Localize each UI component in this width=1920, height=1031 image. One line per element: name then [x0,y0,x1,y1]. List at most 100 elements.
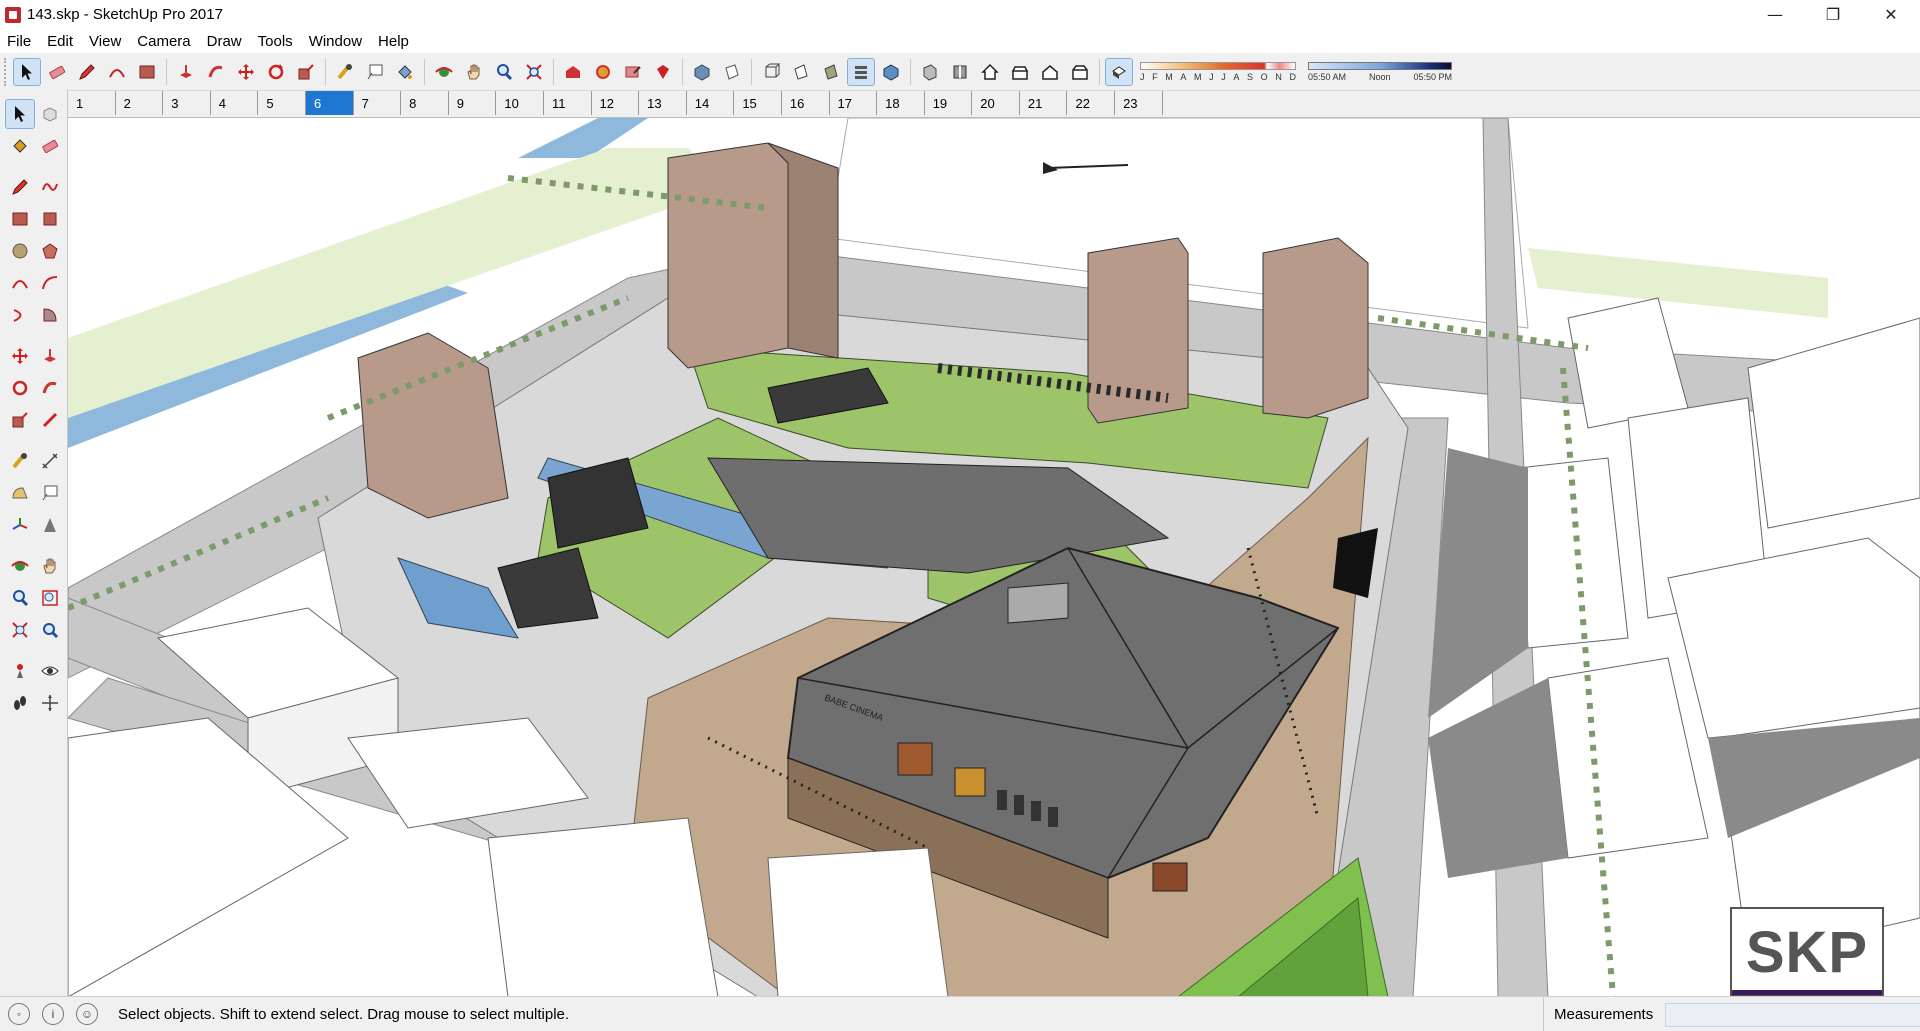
shadow-time-track[interactable] [1308,61,1452,70]
shaded-textures-button[interactable] [847,57,875,86]
menu-draw[interactable]: Draw [199,33,250,50]
move-tool[interactable] [6,342,34,370]
polygon-tool[interactable] [36,237,64,265]
dimension-tool[interactable] [36,447,64,475]
scene-tab[interactable]: 4 [211,91,259,115]
house-right-button[interactable] [1007,59,1033,85]
move-tool-button[interactable] [233,59,259,85]
pie-tool[interactable] [36,301,64,329]
rotated-rectangle-tool[interactable] [36,205,64,233]
tower-3[interactable] [1262,237,1369,419]
scene-tab[interactable]: 23 [1115,91,1163,115]
push-pull-tool-button[interactable] [173,59,199,85]
scene-tab[interactable]: 13 [639,91,687,115]
house-left-button[interactable] [1067,59,1093,85]
text-tool[interactable] [36,479,64,507]
rotate-tool-button[interactable] [263,59,289,85]
scene-tab[interactable]: 21 [1020,91,1068,115]
scene-tab[interactable]: 16 [782,91,830,115]
circle-tool[interactable] [6,237,34,265]
3d-warehouse-button[interactable] [560,59,586,85]
scene-tab[interactable]: 5 [258,91,306,115]
menu-file[interactable]: File [0,33,39,50]
zoom-extents-tool[interactable] [6,616,34,644]
scene-tab[interactable]: 3 [163,91,211,115]
monochrome-button[interactable] [878,59,904,85]
scene-tab[interactable]: 12 [592,91,640,115]
user-account-icon[interactable]: ☺ [76,1003,98,1025]
scene-tab[interactable]: 11 [544,91,592,115]
scene-tab[interactable]: 10 [496,91,544,115]
scene-tab[interactable]: 1 [68,91,116,115]
eraser-tool-button[interactable] [44,59,70,85]
menu-edit[interactable]: Edit [39,33,81,50]
pan-tool[interactable] [36,552,64,580]
pan-button[interactable] [461,59,487,85]
top-view-button[interactable] [719,59,745,85]
measurements-input[interactable] [1665,1003,1920,1027]
walk-tool[interactable] [6,689,34,717]
menu-window[interactable]: Window [301,33,370,50]
xray-button[interactable] [758,59,784,85]
freehand-tool[interactable] [36,173,64,201]
line-tool[interactable] [6,173,34,201]
position-camera-tool[interactable] [6,657,34,685]
model-scene[interactable]: BABE CINEMA [68,118,1920,997]
paint-bucket-button[interactable] [392,59,418,85]
house-front-button[interactable] [977,59,1003,85]
select-tool-button[interactable] [13,57,41,86]
axes-tool[interactable] [6,511,34,539]
scene-tab[interactable]: 9 [449,91,497,115]
menu-view[interactable]: View [81,33,129,50]
scale-tool-button[interactable] [293,59,319,85]
push-pull-tool[interactable] [36,342,64,370]
scene-tab[interactable]: 17 [830,91,878,115]
rotate-tool[interactable] [6,374,34,402]
share-model-button[interactable] [620,59,646,85]
scene-tab[interactable]: 20 [972,91,1020,115]
scene-tab[interactable]: 19 [925,91,973,115]
scene-tab-active[interactable]: 6 [305,91,354,115]
previous-view-tool[interactable] [36,616,64,644]
follow-me-tool-button[interactable] [203,59,229,85]
menu-camera[interactable]: Camera [129,33,198,50]
shadow-date-track[interactable] [1140,61,1296,70]
text-tool-button[interactable] [362,59,388,85]
orbit-button[interactable] [431,59,457,85]
scene-tab[interactable]: 14 [687,91,735,115]
credits-info-icon[interactable]: i [42,1003,64,1025]
zoom-window-tool[interactable] [36,584,64,612]
shadow-date-slider[interactable]: J F M A M J J A S O N D [1140,61,1296,82]
components-button[interactable] [590,59,616,85]
paint-tool[interactable] [6,132,34,160]
shadows-toggle-button[interactable] [1105,57,1133,86]
house-back-button[interactable] [1037,59,1063,85]
zoom-button[interactable] [491,59,517,85]
iso-view-button[interactable] [689,59,715,85]
scene-tab[interactable]: 7 [354,91,402,115]
zoom-extents-button[interactable] [521,59,547,85]
3d-text-tool[interactable] [36,511,64,539]
model-viewport[interactable]: BABE CINEMA SKP [68,117,1920,997]
protractor-tool[interactable] [6,479,34,507]
hidden-line-button[interactable] [788,59,814,85]
arc-tool[interactable] [6,269,34,297]
shaded-button[interactable] [818,59,844,85]
menu-help[interactable]: Help [370,33,417,50]
section-plane-tool[interactable] [36,689,64,717]
rectangle-tool[interactable] [6,205,34,233]
scene-tab[interactable]: 15 [734,91,782,115]
shadow-time-slider[interactable]: 05:50 AM Noon 05:50 PM [1308,61,1452,82]
select-tool[interactable] [5,99,35,129]
tape-measure-tool[interactable] [6,447,34,475]
tape-measure-button[interactable] [332,59,358,85]
scene-tab[interactable]: 8 [401,91,449,115]
line-tool-button[interactable] [74,59,100,85]
make-component-tool[interactable] [36,100,64,128]
display-section-cuts-button[interactable] [947,59,973,85]
extension-warehouse-button[interactable] [650,59,676,85]
offset-tool[interactable] [36,406,64,434]
close-button[interactable]: ✕ [1862,0,1920,29]
section-plane-button[interactable] [917,59,943,85]
two-point-arc-tool[interactable] [36,269,64,297]
